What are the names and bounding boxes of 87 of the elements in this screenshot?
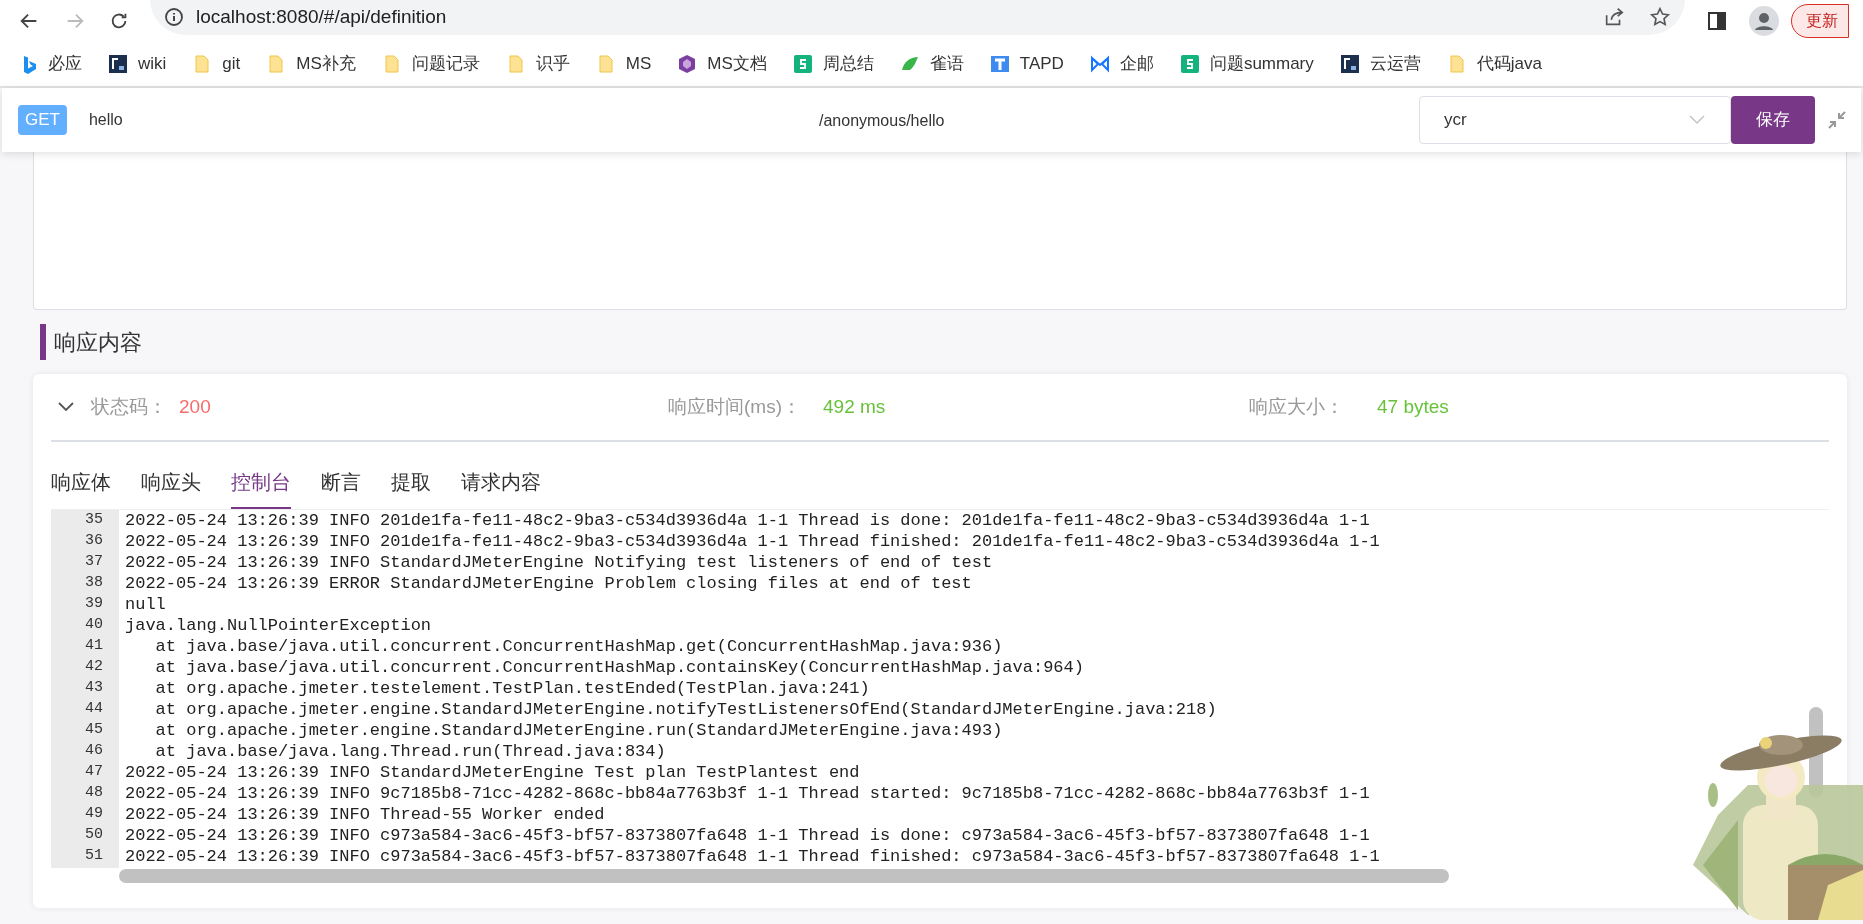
- line-number: 36: [84, 531, 103, 552]
- response-time: 492 ms: [823, 394, 886, 419]
- bookmark-item[interactable]: 必应: [18, 51, 82, 77]
- request-name: hello: [88, 110, 123, 130]
- bookmark-item[interactable]: TAPD: [989, 51, 1064, 77]
- bookmark-item[interactable]: 代码java: [1446, 51, 1542, 77]
- log-line: at org.apache.jmeter.testelement.TestPlan.testEnded(TestPlan.java:241): [154, 677, 870, 700]
- bookmark-item[interactable]: MS文档: [677, 51, 767, 77]
- log-line: java.lang.NullPointerException: [125, 614, 432, 637]
- star-icon[interactable]: [1649, 6, 1671, 28]
- line-number: 38: [84, 573, 103, 594]
- size-label: 响应大小：: [1249, 394, 1344, 419]
- line-number: 43: [84, 678, 103, 699]
- request-path: /anonymous/hello: [819, 111, 945, 131]
- bookmark-item[interactable]: 周总结: [792, 51, 874, 77]
- response-tab[interactable]: 提取: [391, 467, 431, 509]
- response-tab[interactable]: 控制台: [231, 467, 291, 509]
- line-number: 46: [84, 741, 103, 762]
- log-line: 2022-05-24 13:26:39 INFO 201de1fa-fe11-48c2-9ba3-c534d3936d4a 1-1 Thread is done: 201de1fa-fe11-48c2-9ba3-c534d3936d4a 1-1: [125, 510, 1370, 532]
- line-number: 41: [84, 636, 103, 657]
- response-tab[interactable]: 断言: [321, 467, 361, 509]
- time-label: 响应时间(ms)：: [668, 394, 801, 419]
- update-button[interactable]: 更新: [1791, 4, 1849, 38]
- square-logo-icon: [989, 54, 1010, 74]
- bookmark-item[interactable]: 问题summary: [1179, 51, 1314, 77]
- log-line: at java.base/java.util.concurrent.ConcurrentHashMap.containsKey(ConcurrentHashMap.java:964): [154, 656, 1084, 679]
- avatar-icon[interactable]: [1749, 6, 1779, 36]
- method-tag: GET: [18, 105, 67, 135]
- share-icon[interactable]: [1603, 6, 1625, 28]
- environment-select[interactable]: ycr: [1419, 96, 1731, 144]
- line-number: 50: [84, 825, 103, 846]
- hexagon-logo-icon: [677, 54, 698, 74]
- collapse-icon[interactable]: [1827, 110, 1847, 130]
- sheet-logo-icon: [792, 54, 813, 74]
- line-number: 40: [84, 615, 103, 636]
- log-line: 2022-05-24 13:26:39 INFO c973a584-3ac6-45f3-bf57-8373807fa648 1-1 Thread is done: c973a584-3ac6-45f3-bf57-8373807fa648 1-1: [125, 824, 1370, 847]
- bookmark-item[interactable]: 云运营: [1339, 51, 1421, 77]
- response-tab[interactable]: 响应体: [51, 467, 111, 509]
- line-number: 39: [84, 594, 103, 615]
- bookmark-item[interactable]: git: [192, 51, 241, 77]
- bow-logo-icon: [1089, 54, 1110, 74]
- bookmark-item[interactable]: 企邮: [1089, 51, 1154, 77]
- line-number: 48: [84, 783, 103, 804]
- response-tab[interactable]: 响应头: [141, 467, 201, 509]
- line-number: 35: [84, 510, 103, 531]
- log-line: 2022-05-24 13:26:39 INFO StandardJMeterEngine Test plan TestPlantest end: [125, 761, 860, 784]
- side-panel-icon[interactable]: [1707, 11, 1727, 31]
- log-line: 2022-05-24 13:26:39 ERROR StandardJMeterEngine Problem closing files at end of test: [125, 572, 972, 595]
- response-tab[interactable]: 请求内容: [461, 467, 541, 509]
- chevron-icon[interactable]: [57, 401, 75, 413]
- bookmark-item[interactable]: MS补充: [266, 51, 356, 77]
- log-line: 2022-05-24 13:26:39 INFO 201de1fa-fe11-48c2-9ba3-c534d3936d4a 1-1 Thread finished: 201de1fa-fe11-48c2-9ba3-c534d3936d4a 1-1: [125, 530, 1380, 553]
- status-code: 200: [179, 394, 211, 419]
- log-line: 2022-05-24 13:26:39 INFO c973a584-3ac6-45f3-bf57-8373807fa648 1-1 Thread finished: c973a584-3ac6-45f3-bf57-8373807fa648 1-1: [125, 845, 1380, 868]
- url-text: localhost:8080/#/api/definition: [196, 4, 447, 29]
- line-number: 51: [84, 846, 103, 867]
- line-number: 44: [84, 699, 103, 720]
- response-size: 47 bytes: [1377, 394, 1449, 419]
- bookmark-item[interactable]: 问题记录: [381, 51, 480, 77]
- log-line: at java.base/java.lang.Thread.run(Thread.java:834): [154, 740, 666, 763]
- bookmark-item[interactable]: MS: [595, 51, 652, 77]
- line-number: 47: [84, 762, 103, 783]
- log-line: 2022-05-24 13:26:39 INFO Thread-55 Worker ended: [125, 803, 605, 826]
- save-button[interactable]: 保存: [1731, 96, 1815, 144]
- sheet-logo-icon: [1179, 54, 1200, 74]
- square-logo-icon: [1339, 54, 1360, 74]
- line-number: 45: [84, 720, 103, 741]
- log-line: at java.base/java.util.concurrent.ConcurrentHashMap.get(ConcurrentHashMap.java:936): [154, 635, 1003, 658]
- log-line: 2022-05-24 13:26:39 INFO 9c7185b8-71cc-4282-868c-bb84a7763b3f 1-1 Thread started: 9c7185b8-71cc-4282-868c-bb84a7763b3f 1-1: [125, 782, 1370, 805]
- section-title: 响应内容: [54, 328, 142, 357]
- log-line: at org.apache.jmeter.engine.StandardJMeterEngine.run(StandardJMeterEngine.java:493): [154, 719, 1003, 742]
- horizontal-scrollbar[interactable]: [119, 869, 1449, 883]
- section-marker: [40, 324, 46, 360]
- line-number: 42: [84, 657, 103, 678]
- bookmark-item[interactable]: 识乎: [505, 51, 570, 77]
- status-label: 状态码：: [91, 394, 167, 419]
- address-bar[interactable]: localhost:8080/#/api/definition: [150, 0, 1685, 35]
- line-number: 49: [84, 804, 103, 825]
- line-number: 37: [84, 552, 103, 573]
- bookmark-item[interactable]: 雀语: [899, 51, 964, 77]
- log-line: null: [125, 593, 166, 616]
- square-logo-icon: [108, 54, 128, 74]
- log-line: at org.apache.jmeter.engine.StandardJMeterEngine.notifyTestListenersOfEnd(StandardJMeterEngine.java:218): [154, 698, 1217, 721]
- log-line: 2022-05-24 13:26:39 INFO StandardJMeterEngine Notifying test listeners of end of test: [125, 551, 993, 574]
- chevron-down-icon: [1688, 114, 1706, 126]
- info-icon: [164, 7, 184, 27]
- bookmark-item[interactable]: wiki: [108, 51, 167, 77]
